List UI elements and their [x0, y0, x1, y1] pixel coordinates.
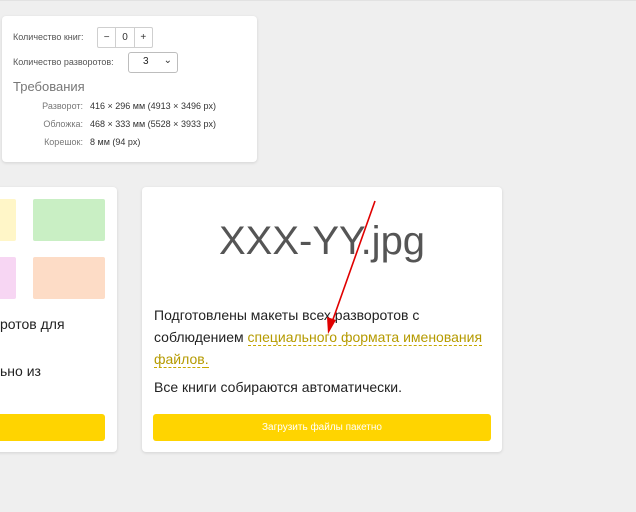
left-option-card: ротов для ьно из	[0, 187, 117, 452]
spreads-count-select[interactable]: 3 ⌄	[128, 52, 178, 73]
description-period: .	[204, 351, 209, 368]
preview-tile	[33, 257, 105, 299]
settings-panel: Количество книг: − 0 + Количество развор…	[2, 16, 257, 162]
left-card-button[interactable]	[0, 414, 105, 441]
preview-tile	[33, 199, 105, 241]
books-count-value[interactable]: 0	[115, 28, 135, 47]
card-description: Подготовлены макеты всех разворотов с со…	[154, 304, 484, 370]
preview-tile	[0, 257, 16, 299]
chevron-down-icon: ⌄	[163, 55, 172, 66]
spec-key: Обложка:	[43, 119, 83, 129]
spreads-count-label: Количество разворотов:	[13, 57, 114, 67]
books-count-label: Количество книг:	[13, 32, 84, 42]
books-count-stepper[interactable]: − 0 +	[97, 27, 153, 48]
spreads-count-value: 3	[143, 56, 149, 67]
spec-value: 8 мм (94 px)	[90, 137, 141, 147]
requirements-title: Требования	[13, 79, 85, 94]
batch-upload-card: XXX-YY.jpg Подготовлены макеты всех разв…	[142, 187, 502, 452]
increment-button[interactable]: +	[135, 28, 152, 47]
top-divider	[0, 0, 636, 1]
spec-value: 416 × 296 мм (4913 × 3496 px)	[90, 101, 216, 111]
auto-assembly-text: Все книги собираются автоматически.	[154, 379, 402, 395]
spec-key: Разворот:	[42, 101, 83, 111]
card-description-line: ьно из	[0, 363, 41, 379]
preview-tile	[0, 199, 16, 241]
decrement-button[interactable]: −	[98, 28, 115, 47]
card-description-line: ротов для	[0, 316, 65, 332]
spec-value: 468 × 333 мм (5528 × 3933 px)	[90, 119, 216, 129]
batch-upload-button[interactable]: Загрузить файлы пакетно	[153, 414, 491, 441]
filename-example: XXX-YY.jpg	[219, 219, 426, 263]
spec-key: Корешок:	[44, 137, 83, 147]
